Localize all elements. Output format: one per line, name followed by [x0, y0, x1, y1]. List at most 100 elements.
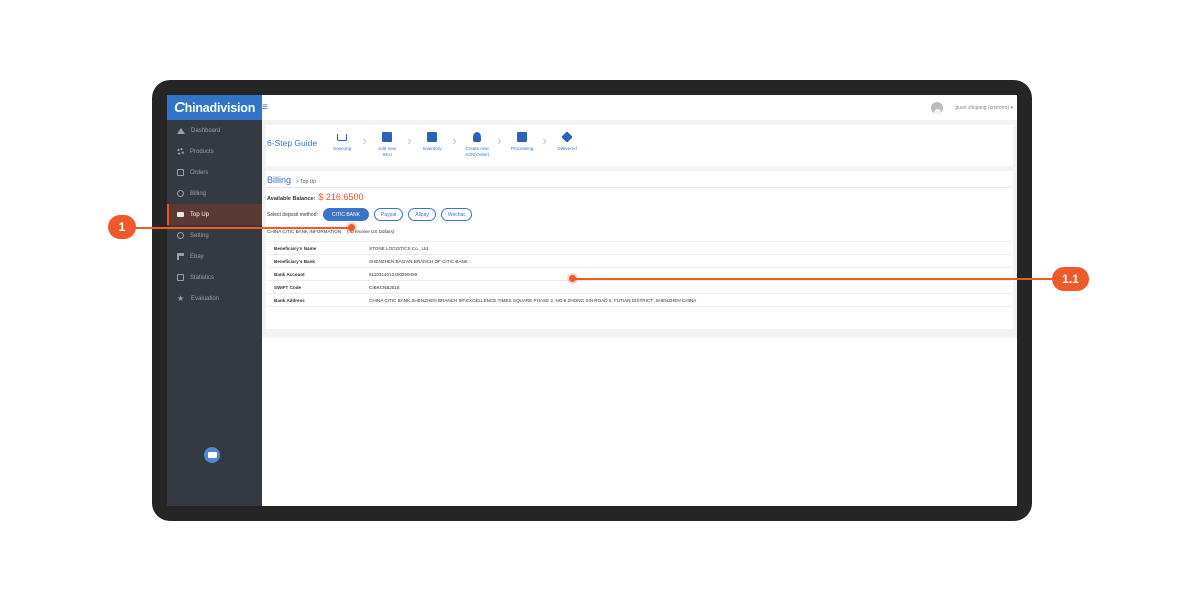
step-processing[interactable]: Processing	[509, 131, 535, 152]
stage: Chinadivision Dashboard Products Orders …	[0, 0, 1200, 600]
sidebar-item-orders[interactable]: Orders	[167, 162, 262, 183]
mail-icon	[207, 452, 217, 458]
menu-toggle-icon[interactable]: ≡	[262, 102, 268, 113]
bank-info-heading: CHINA CITIC BANK INFORMATION (To receive …	[267, 229, 1012, 234]
table-row: Beneficiary's Bank SHENZHEN BAO'AN BRANCH…	[267, 254, 1012, 268]
app-screen: Chinadivision Dashboard Products Orders …	[167, 95, 1017, 506]
sku-icon	[381, 131, 393, 143]
bank-info-title: CHINA CITIC BANK INFORMATION	[267, 229, 342, 234]
money-bag-icon	[471, 131, 483, 143]
sidebar-item-label: Setting	[190, 232, 209, 239]
cart-icon	[336, 131, 348, 143]
row-value: CHINA CITIC BANK,SHENZHEN BRANCH 8/F,EXC…	[362, 293, 1012, 307]
row-value: SHENZHEN BAO'AN BRANCH OF CITIC BANK	[362, 254, 1012, 268]
user-icon	[933, 108, 941, 114]
sidebar: Chinadivision Dashboard Products Orders …	[167, 95, 262, 506]
table-row: SWIFT Code CIBKCNBJ518	[267, 280, 1012, 294]
sidebar-item-evaluation[interactable]: ★ Evaluation	[167, 288, 262, 309]
star-icon: ★	[177, 294, 185, 303]
sidebar-item-dashboard[interactable]: Dashboard	[167, 120, 262, 141]
method-paypal-button[interactable]: Paypal	[373, 208, 404, 221]
sidebar-item-products[interactable]: Products	[167, 141, 262, 162]
sidebar-item-label: Statistics	[190, 274, 215, 281]
sidebar-nav: Dashboard Products Orders Billing Top Up…	[167, 120, 262, 309]
row-value: STONE LOGISTICS Co., Ltd.	[362, 241, 1012, 255]
dollar-icon	[177, 190, 184, 197]
sidebar-item-label: Orders	[190, 169, 209, 176]
bank-details-table: Beneficiary's Name STONE LOGISTICS Co., L…	[267, 241, 1012, 307]
step-delivered[interactable]: Delivered	[554, 131, 580, 152]
sidebar-item-label: Dashboard	[191, 127, 221, 134]
card-icon	[177, 212, 184, 217]
box-icon	[561, 131, 573, 143]
balance-label: Available Balance:	[267, 196, 316, 202]
annotation-1-1-badge: 1.1	[1052, 267, 1089, 291]
annotation-1-line	[131, 227, 353, 229]
sidebar-item-label: Billing	[190, 190, 207, 197]
table-row: Bank Address CHINA CITIC BANK,SHENZHEN BR…	[267, 293, 1012, 307]
logo[interactable]: Chinadivision	[167, 95, 262, 120]
chevron-right-icon: ›	[362, 133, 367, 148]
user-menu[interactable]: guan zhiqiang (cnstorm) ▾	[931, 101, 1013, 114]
chart-icon	[177, 274, 184, 281]
chevron-right-icon: ›	[407, 133, 412, 148]
processing-icon	[516, 131, 528, 143]
user-name: guan zhiqiang (cnstorm) ▾	[955, 104, 1013, 111]
annotation-1-badge: 1	[108, 215, 136, 239]
annotation-1-dot	[348, 224, 355, 231]
settings-icon	[177, 232, 184, 239]
table-row: Beneficiary's Name STONE LOGISTICS Co., L…	[267, 241, 1012, 255]
deposit-methods: Select deposit method: CITIC BANK Paypal…	[267, 208, 1012, 221]
gear-icon	[177, 148, 184, 155]
step-add-sku[interactable]: Add new SKU	[374, 131, 400, 157]
step-sourcing[interactable]: Sourcing	[329, 131, 355, 152]
logo-text: hinadivision	[184, 100, 256, 115]
bank-info-note: (To receive US Dollars)	[347, 229, 395, 234]
content: 6-Step Guide Sourcing › Add new SKU › In…	[262, 120, 1017, 338]
billing-panel: Billing > Top Up Available Balance: $ 21…	[266, 171, 1013, 329]
chevron-right-icon: ›	[542, 133, 547, 148]
guide-title: 6-Step Guide	[267, 138, 318, 148]
row-key: Beneficiary's Name	[267, 241, 362, 255]
row-key: SWIFT Code	[267, 280, 362, 294]
sidebar-item-ebay[interactable]: Ebay	[167, 246, 262, 267]
method-wechat-button[interactable]: Wechat	[440, 208, 472, 221]
row-key: Bank Address	[267, 293, 362, 307]
breadcrumb: > Top Up	[296, 179, 317, 185]
sidebar-item-label: Products	[190, 148, 214, 155]
sidebar-item-label: Top Up	[190, 211, 210, 218]
sidebar-item-statistics[interactable]: Statistics	[167, 267, 262, 288]
step-create-asn[interactable]: Create new ASN(Order)	[464, 131, 490, 157]
document-icon	[177, 169, 184, 176]
avatar	[931, 101, 944, 114]
six-step-guide: 6-Step Guide Sourcing › Add new SKU › In…	[266, 125, 1013, 166]
annotation-1-1-line	[573, 278, 1055, 280]
step-label: Delivered	[557, 146, 577, 151]
logo-mark: C	[174, 99, 185, 116]
row-key: Beneficiary's Bank	[267, 254, 362, 268]
annotation-1-1-dot	[569, 275, 576, 282]
row-value: CIBKCNBJ518	[362, 280, 1012, 294]
main-area: ≡ guan zhiqiang (cnstorm) ▾ 6-Step Guide…	[262, 95, 1017, 506]
chevron-right-icon: ›	[452, 133, 457, 148]
sidebar-item-top-up[interactable]: Top Up	[167, 204, 262, 225]
available-balance: Available Balance: $ 216.6500	[267, 192, 1012, 202]
page-title[interactable]: Billing	[267, 175, 291, 185]
sidebar-item-label: Ebay	[190, 253, 204, 260]
step-label: Inventory	[422, 146, 442, 151]
method-alipay-button[interactable]: Alipay	[408, 208, 436, 221]
panel-header: Billing > Top Up	[267, 175, 1012, 188]
step-inventory[interactable]: Inventory	[419, 131, 445, 152]
sidebar-item-label: Evaluation	[191, 295, 220, 302]
deposit-method-label: Select deposit method:	[267, 211, 318, 218]
method-citic-bank-button[interactable]: CITIC BANK	[322, 208, 369, 221]
house-icon	[177, 127, 185, 134]
chevron-right-icon: ›	[497, 133, 502, 148]
step-label: Processing	[510, 146, 534, 151]
step-label: Sourcing	[333, 146, 352, 151]
flag-icon	[177, 253, 184, 260]
message-button[interactable]	[204, 447, 220, 463]
step-label: Create new ASN(Order)	[464, 146, 490, 157]
sidebar-item-billing[interactable]: Billing	[167, 183, 262, 204]
row-key: Bank Account	[267, 267, 362, 281]
